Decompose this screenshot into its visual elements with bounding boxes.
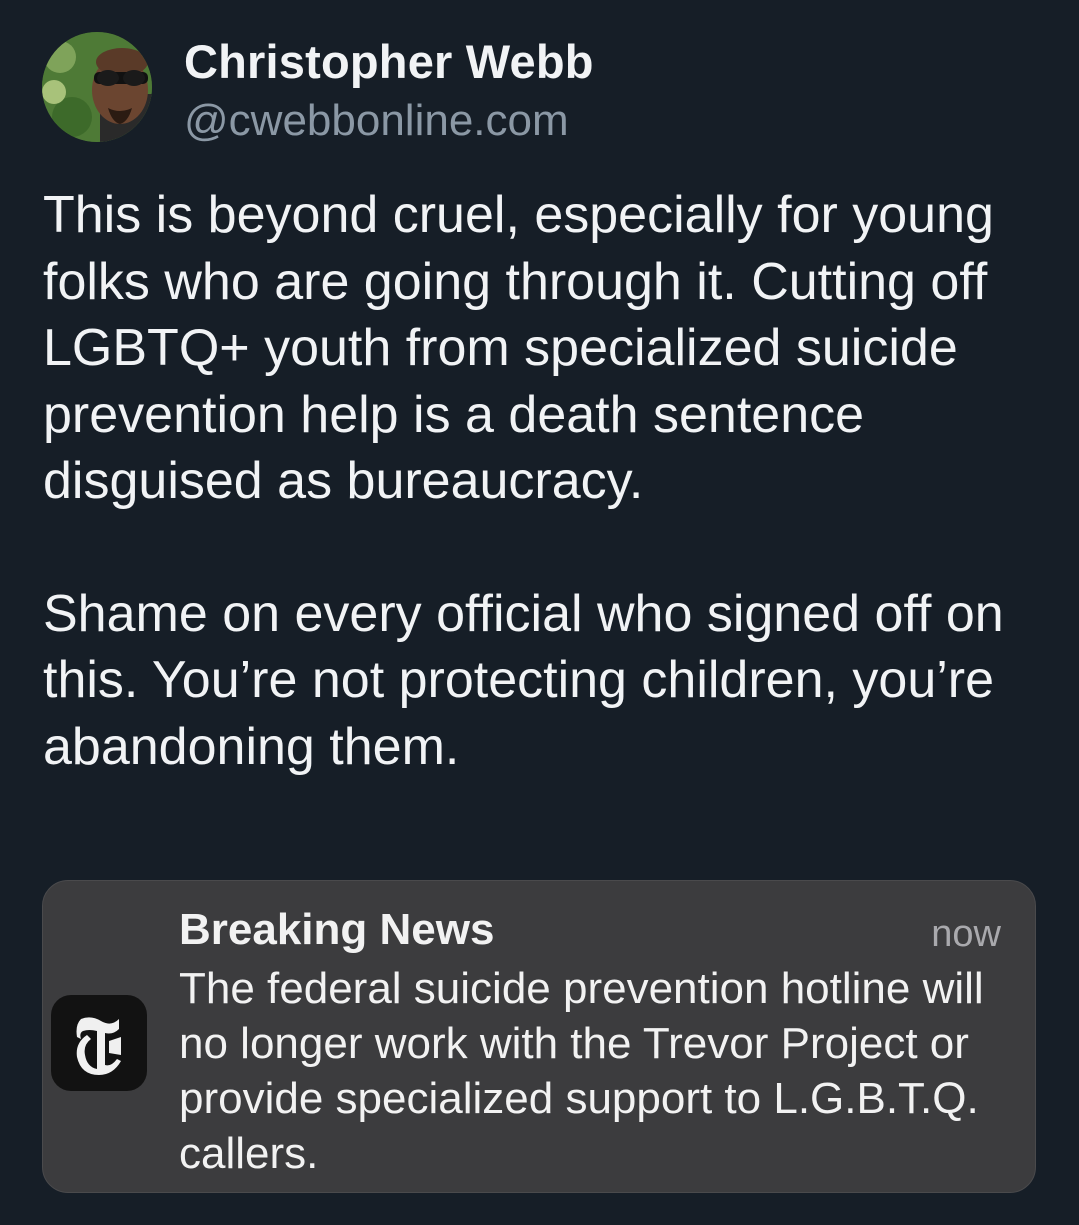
notification-time: now (931, 913, 1001, 955)
post-paragraph: This is beyond cruel, especially for you… (43, 186, 994, 510)
author-display-name[interactable]: Christopher Webb (184, 34, 594, 89)
nyt-logo-glyph (76, 1017, 121, 1075)
post: Christopher Webb @cwebbonline.com This i… (0, 0, 1079, 1225)
nyt-logo-icon (51, 995, 147, 1091)
post-paragraph: Shame on every official who signed off o… (43, 584, 1004, 776)
author-handle[interactable]: @cwebbonline.com (184, 96, 569, 146)
embedded-notification-screenshot[interactable]: Breaking News now The federal suicide pr… (42, 880, 1036, 1193)
notification-title: Breaking News (179, 905, 495, 954)
user-avatar-photo-icon (42, 32, 152, 142)
avatar[interactable] (42, 32, 152, 142)
post-text: This is beyond cruel, especially for you… (43, 182, 1043, 780)
notification-body: The federal suicide prevention hotline w… (179, 964, 984, 1178)
